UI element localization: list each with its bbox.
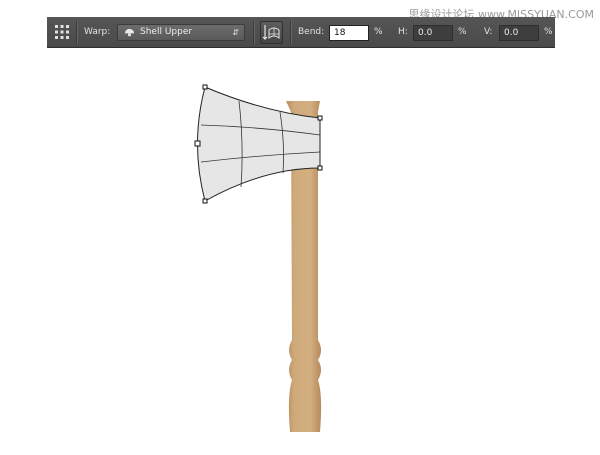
warp-handle-bottom-left [202, 198, 208, 204]
warp-handle-bottom-right [317, 165, 323, 171]
document-canvas [194, 84, 323, 432]
warp-handle-top-right [317, 115, 323, 121]
warp-handle-top-left [202, 84, 208, 90]
warp-handle-left-mid [194, 140, 201, 147]
